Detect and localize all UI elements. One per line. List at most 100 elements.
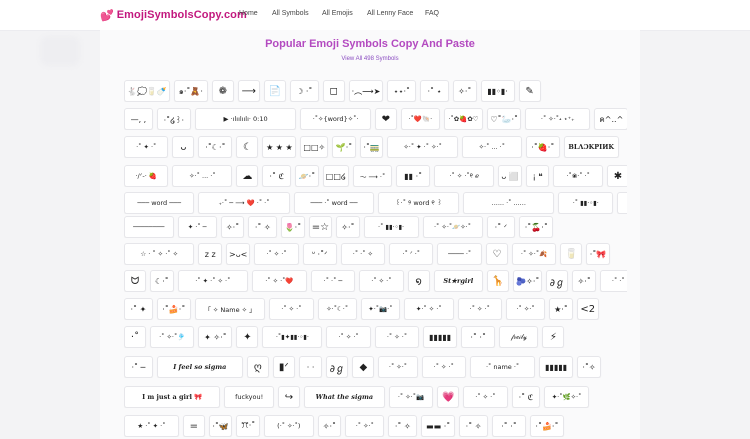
- symbol-tile[interactable]: ·˚🍓·˚: [525, 136, 560, 158]
- symbol-tile[interactable]: ·˚ ·˚ ─: [310, 270, 356, 292]
- symbol-tile[interactable]: ·˚ ✧ ·˚: [374, 326, 420, 348]
- symbol-tile[interactable]: ·˚ ─: [124, 356, 153, 378]
- symbol-tile[interactable]: ·˚ ✧·˚: [345, 415, 385, 437]
- symbol-tile[interactable]: —, ,: [124, 108, 153, 130]
- symbol-tile[interactable]: BLΛƆKPIИK: [563, 136, 619, 158]
- symbol-tile[interactable]: ✧·˚☾·˚: [317, 298, 357, 320]
- symbol-tile[interactable]: ·˚✧: [577, 356, 601, 378]
- symbol-tile[interactable]: ·˚: [124, 326, 146, 348]
- symbol-tile[interactable]: ·˚ ✧·˚🍂: [511, 243, 557, 265]
- symbol-tile[interactable]: ·˚ ✧·˚🎐: [150, 326, 195, 348]
- symbol-tile[interactable]: ·˚ ✧ ·˚୧ ℯ: [434, 165, 495, 187]
- symbol-tile[interactable]: <2: [576, 298, 599, 320]
- symbol-tile[interactable]: ₊·˚ ─ ⟶ ❤️ ·˚ ·˚: [198, 192, 290, 214]
- symbol-tile[interactable]: ·˚ ·˚: [461, 326, 496, 348]
- symbol-tile[interactable]: ·˚ ❝ [] ❞: [617, 192, 627, 214]
- symbol-tile[interactable]: ·˚ ᐟ ·˚: [389, 243, 434, 265]
- symbol-tile[interactable]: fuckyou!: [224, 386, 274, 408]
- nav-faq[interactable]: FAQ: [425, 10, 439, 17]
- symbol-tile[interactable]: □□✧: [300, 136, 329, 158]
- symbol-tile[interactable]: ──── ·˚: [437, 243, 482, 265]
- symbol-tile[interactable]: ◆: [352, 356, 375, 378]
- view-all-symbols-link[interactable]: View All 498 Symbols: [100, 56, 640, 62]
- symbol-tile[interactable]: ✧·˚: [336, 216, 360, 238]
- symbol-tile[interactable]: ·˚ ✧ ·˚❤️: [251, 270, 307, 292]
- symbol-tile[interactable]: ✦: [236, 326, 259, 348]
- symbol-tile[interactable]: · ·: [298, 356, 323, 378]
- symbol-tile[interactable]: ☽ ·˚: [289, 80, 319, 102]
- symbol-tile[interactable]: ·˚ ✧·˚: [505, 298, 546, 320]
- symbol-tile[interactable]: ⋆⋆·˚: [387, 80, 417, 102]
- symbol-tile[interactable]: =: [182, 415, 205, 437]
- symbol-tile[interactable]: ·˚🍒·˚: [519, 216, 554, 238]
- symbol-tile[interactable]: 🐇💭🥛🍼: [124, 80, 170, 102]
- symbol-tile[interactable]: ❤: [374, 108, 397, 130]
- symbol-tile[interactable]: ·︵⟶➤: [348, 80, 384, 102]
- symbol-tile[interactable]: 💗: [437, 386, 460, 408]
- site-logo[interactable]: 💕 EmojiSymbolsCopy.com: [100, 7, 247, 23]
- symbol-tile[interactable]: ✎: [518, 80, 541, 102]
- symbol-tile[interactable]: ▮▮◦▮·: [480, 80, 515, 102]
- symbol-tile[interactable]: ▮ᐟ: [272, 356, 295, 378]
- nav-all-emojis[interactable]: All Emojis: [322, 10, 353, 17]
- symbol-tile[interactable]: z z: [198, 243, 222, 265]
- symbol-tile[interactable]: ∂ℊ: [326, 356, 349, 378]
- symbol-tile[interactable]: ♡˚🦢·˚: [487, 108, 522, 130]
- symbol-tile[interactable]: ✦·˚🌿✧·˚: [544, 386, 589, 408]
- symbol-tile[interactable]: ·˚ ⋆: [420, 80, 449, 102]
- symbol-tile[interactable]: ·˚🍰·˚: [156, 298, 191, 320]
- symbol-tile[interactable]: ¡ ❝: [525, 165, 550, 187]
- symbol-tile[interactable]: ─── ·˚ word ──: [293, 192, 375, 214]
- symbol-tile[interactable]: ↪: [277, 386, 300, 408]
- nav-all-symbols[interactable]: All Symbols: [272, 10, 309, 17]
- symbol-tile[interactable]: ·˚໒꒱·: [156, 108, 191, 130]
- symbol-tile[interactable]: ꔫ·˚: [236, 415, 260, 437]
- symbol-tile[interactable]: ໑: [407, 270, 430, 292]
- symbol-tile[interactable]: ✧·˚: [572, 270, 596, 292]
- symbol-tile[interactable]: ·˚ ·˚: [491, 415, 526, 437]
- symbol-tile[interactable]: ᗢ: [124, 270, 146, 292]
- symbol-tile[interactable]: ꒰·˚ ୨ word ୧ ꒱: [378, 192, 460, 214]
- symbol-tile[interactable]: ·˚ ✦ ·˚: [124, 136, 169, 158]
- symbol-tile[interactable]: ·˚☾·˚: [198, 136, 233, 158]
- symbol-tile[interactable]: ✧·˚: [317, 415, 342, 437]
- symbol-tile[interactable]: ·˚ ✧·˚: [378, 356, 418, 378]
- symbol-tile[interactable]: ᴗ ⬜: [498, 165, 522, 187]
- symbol-tile[interactable]: ·˚ ▮▮·◦▮·: [363, 216, 419, 238]
- symbol-tile[interactable]: ·˚ ✧: [248, 216, 278, 238]
- symbol-tile[interactable]: ·˚ ✧ ·˚: [269, 298, 314, 320]
- symbol-tile[interactable]: ·˚ ✧: [459, 415, 488, 437]
- symbol-tile[interactable]: ★ ★ ★: [262, 136, 297, 158]
- symbol-tile[interactable]: ·˚ ᐟ: [486, 216, 516, 238]
- symbol-tile[interactable]: ·˚ name ·˚: [469, 356, 536, 378]
- symbol-tile[interactable]: ────────: [124, 216, 174, 238]
- symbol-tile[interactable]: =☆: [308, 216, 333, 238]
- symbol-tile[interactable]: ▮▮ ·˚: [396, 165, 431, 187]
- symbol-tile[interactable]: ✧·˚ ✦ ·˚ ✧·˚: [387, 136, 458, 158]
- symbol-tile[interactable]: 🪐·˚: [295, 165, 319, 187]
- symbol-tile[interactable]: ·˚ ✧ ·˚: [463, 386, 508, 408]
- symbol-tile[interactable]: ★·˚: [549, 298, 573, 320]
- symbol-tile[interactable]: (·˚ ✧·˚): [263, 415, 314, 437]
- symbol-tile[interactable]: ᐡ ·˚ᐟ: [302, 243, 337, 265]
- symbol-tile[interactable]: ·˚❤️🐚·: [400, 108, 440, 130]
- symbol-tile[interactable]: ·˚ ✧ ·˚: [254, 243, 299, 265]
- symbol-tile[interactable]: ✧·˚: [452, 80, 477, 102]
- symbol-tile[interactable]: ·˚ ·˚ 🍂❤️: [599, 270, 627, 292]
- symbol-tile[interactable]: ·˚ ✧ ·˚: [421, 356, 466, 378]
- symbol-tile[interactable]: I m just a girl 🎀: [124, 386, 221, 408]
- symbol-tile[interactable]: ·˚🦋: [208, 415, 233, 437]
- symbol-tile[interactable]: ·/ᐟ-· 🍓: [124, 165, 169, 187]
- symbol-tile[interactable]: ✧·˚ ... ·˚: [461, 136, 522, 158]
- symbol-tile[interactable]: ·˚ ℭ: [262, 165, 292, 187]
- symbol-tile[interactable]: ▮▮▮▮▮: [423, 326, 458, 348]
- symbol-tile[interactable]: ค^..^: [594, 108, 627, 130]
- symbol-tile[interactable]: ☁: [236, 165, 259, 187]
- symbol-tile[interactable]: 🌱·˚: [332, 136, 356, 158]
- symbol-tile[interactable]: ☾: [236, 136, 259, 158]
- symbol-tile[interactable]: ·˚✿🍓✿♡: [443, 108, 484, 130]
- symbol-tile[interactable]: ·˚🚃: [359, 136, 384, 158]
- symbol-tile[interactable]: ✦·˚ ✧ ·˚: [403, 298, 454, 320]
- symbol-tile[interactable]: ▬▬ ·˚: [421, 415, 456, 437]
- nav-all-lenny-face[interactable]: All Lenny Face: [367, 10, 413, 17]
